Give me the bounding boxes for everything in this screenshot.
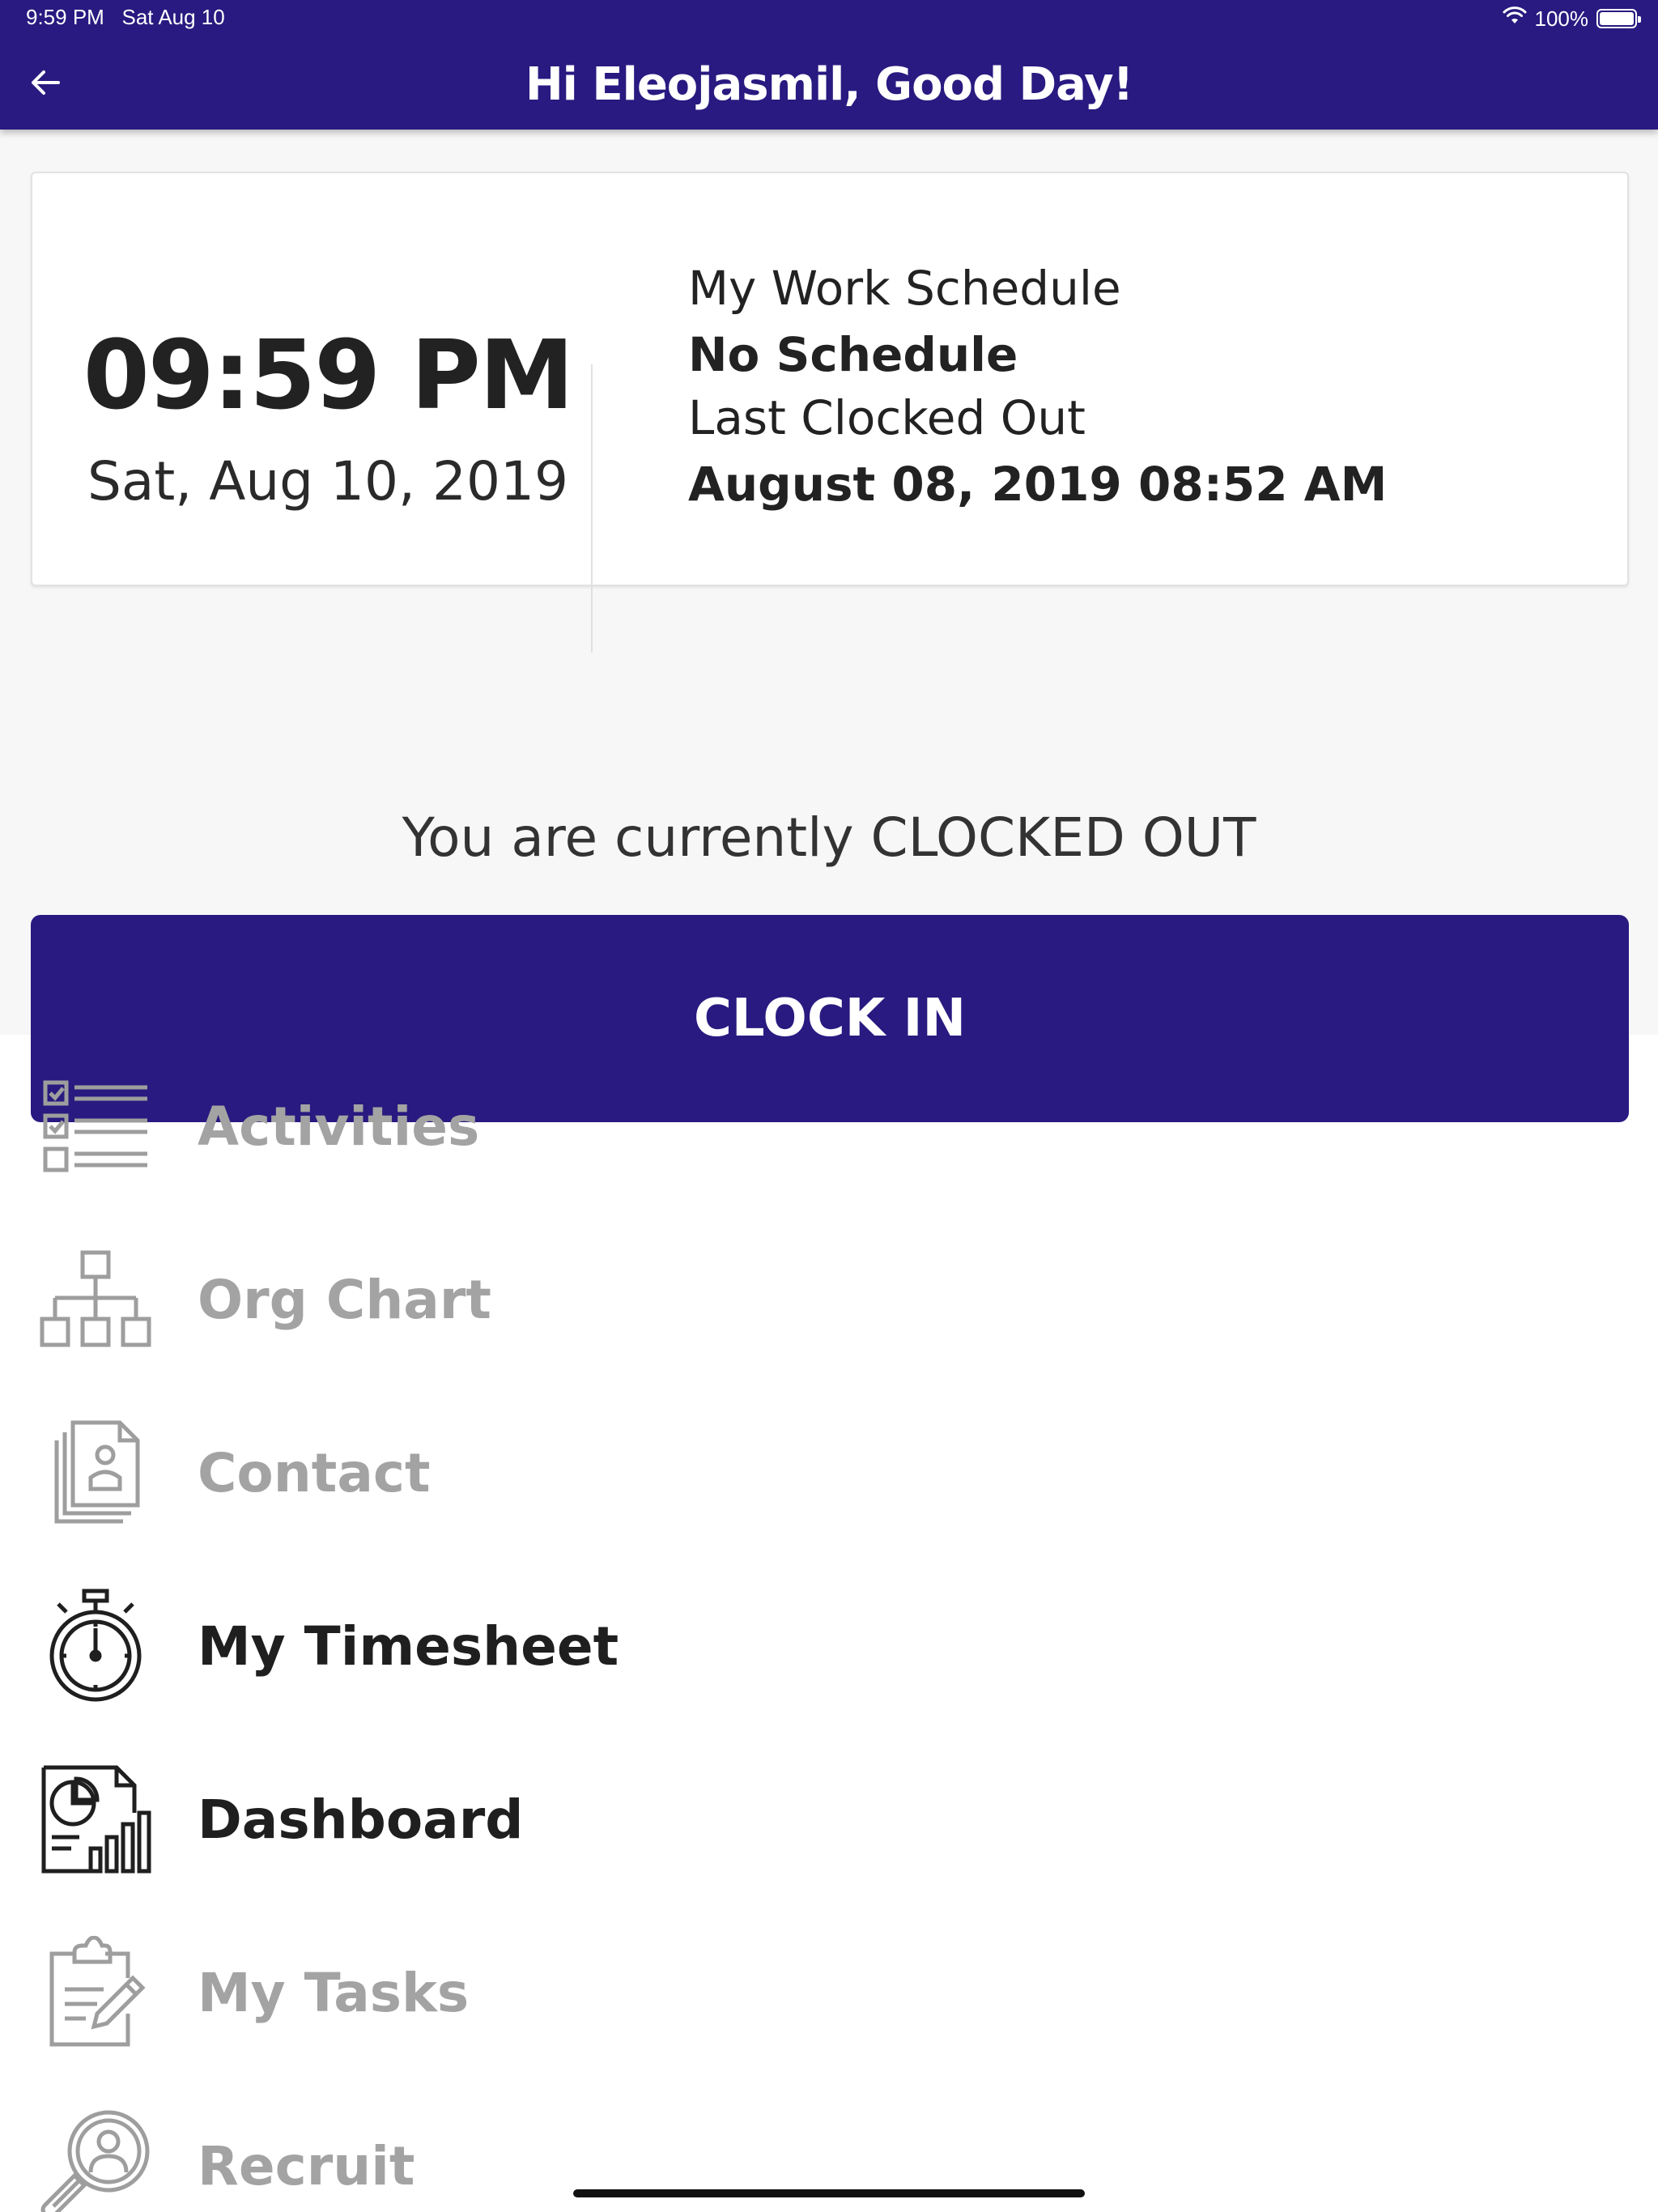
status-date: Sat Aug 10 bbox=[121, 5, 225, 29]
schedule-label: My Work Schedule bbox=[688, 261, 1121, 316]
checklist-icon bbox=[37, 1068, 154, 1185]
menu-item-my-tasks[interactable]: My Tasks bbox=[0, 1906, 1658, 2079]
menu-item-label: Contact bbox=[198, 1441, 431, 1504]
battery-percentage: 100% bbox=[1534, 6, 1589, 31]
app-header: 9:59 PM Sat Aug 10 100% Hi Eleojasmil, G… bbox=[0, 0, 1658, 130]
page-title: Hi Eleojasmil, Good Day! bbox=[525, 58, 1133, 111]
org-chart-icon bbox=[37, 1241, 154, 1358]
wifi-icon bbox=[1503, 6, 1527, 32]
status-time: 9:59 PM bbox=[26, 5, 104, 29]
status-bar-right: 100% bbox=[1503, 6, 1641, 32]
stopwatch-icon bbox=[37, 1588, 154, 1704]
menu-item-label: Org Chart bbox=[198, 1268, 491, 1331]
menu-item-activities[interactable]: Activities bbox=[0, 1040, 1658, 1213]
menu-item-label: My Tasks bbox=[198, 1961, 470, 2024]
menu-item-org-chart[interactable]: Org Chart bbox=[0, 1213, 1658, 1386]
last-clocked-value: August 08, 2019 08:52 AM bbox=[688, 457, 1388, 512]
app-screen: 9:59 PM Sat Aug 10 100% Hi Eleojasmil, G… bbox=[0, 0, 1658, 2212]
status-bar-left: 9:59 PM Sat Aug 10 bbox=[26, 5, 225, 30]
menu-item-label: Recruit bbox=[198, 2134, 415, 2197]
battery-icon bbox=[1596, 9, 1641, 28]
contact-card-icon bbox=[37, 1414, 154, 1531]
menu-item-label: Activities bbox=[198, 1095, 480, 1158]
home-indicator[interactable] bbox=[573, 2189, 1085, 2197]
clipboard-pencil-icon bbox=[37, 1934, 154, 2051]
menu-item-contact[interactable]: Contact bbox=[0, 1386, 1658, 1559]
clock-info-card: 09:59 PM Sat, Aug 10, 2019 My Work Sched… bbox=[31, 172, 1629, 586]
clock-status-text: You are currently CLOCKED OUT bbox=[402, 806, 1256, 869]
menu-item-label: My Timesheet bbox=[198, 1614, 619, 1678]
magnifier-person-icon bbox=[37, 2108, 154, 2212]
schedule-value: No Schedule bbox=[688, 327, 1018, 382]
menu-item-my-timesheet[interactable]: My Timesheet bbox=[0, 1559, 1658, 1733]
current-time: 09:59 PM bbox=[83, 319, 575, 431]
menu-item-label: Dashboard bbox=[198, 1788, 524, 1851]
last-clocked-label: Last Clocked Out bbox=[688, 390, 1086, 445]
menu-item-dashboard[interactable]: Dashboard bbox=[0, 1733, 1658, 1906]
report-chart-icon bbox=[37, 1761, 154, 1878]
card-divider bbox=[591, 364, 593, 653]
current-date: Sat, Aug 10, 2019 bbox=[87, 450, 568, 513]
clock-panel: 09:59 PM Sat, Aug 10, 2019 My Work Sched… bbox=[0, 130, 1658, 1122]
